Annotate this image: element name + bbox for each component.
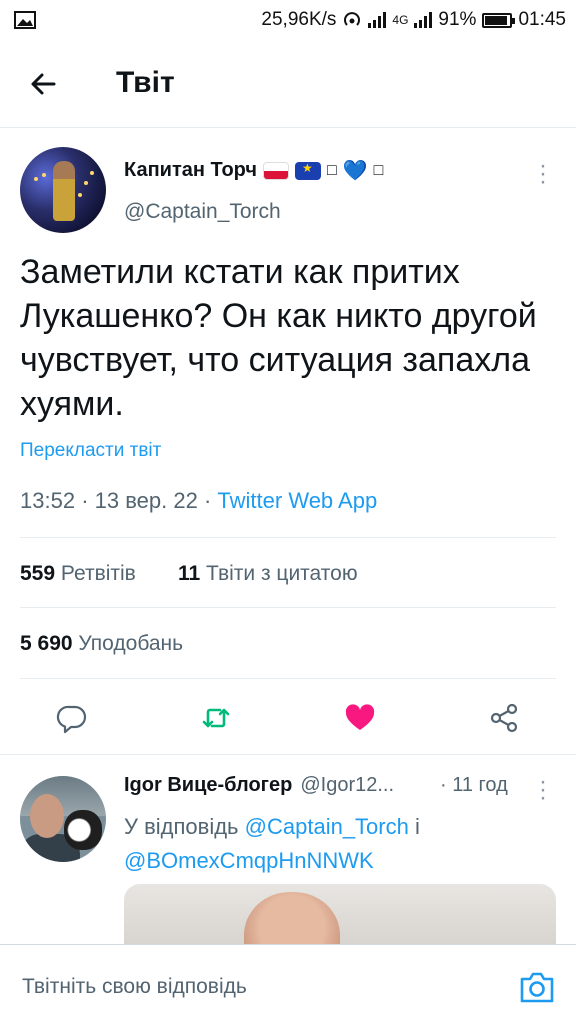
clock: 01:45 <box>518 9 566 30</box>
arrow-left-icon[interactable] <box>24 64 64 104</box>
signal-icon <box>414 12 433 28</box>
reply-input-placeholder[interactable]: Твітніть свою відповідь <box>22 975 247 999</box>
box-glyph-icon: □ <box>327 161 337 179</box>
like-stats[interactable]: 5 690 Уподобань <box>20 632 183 656</box>
status-bar: 25,96K/s 4G 91% 01:45 <box>0 0 576 40</box>
reply-time: · 11 год <box>440 774 508 796</box>
author-name[interactable]: Капитан Торч □ 💙 □ <box>124 158 383 183</box>
reply-icon[interactable] <box>56 702 88 734</box>
tweet-source[interactable]: Twitter Web App <box>217 488 377 513</box>
quotes-count: 11 <box>178 562 201 585</box>
retweet-icon[interactable] <box>200 702 232 734</box>
tweet-time: 13:52 <box>20 488 76 513</box>
battery-percent: 91% <box>438 9 477 30</box>
reply-media-image[interactable] <box>124 884 556 944</box>
network-type: 4G <box>392 13 409 27</box>
hotspot-icon <box>344 12 361 26</box>
divider <box>20 537 556 538</box>
retweets-count: 559 <box>20 562 56 585</box>
likes-count: 5 690 <box>20 632 73 655</box>
tweet-actions <box>0 690 576 746</box>
signal-icon <box>368 12 387 28</box>
like-icon[interactable] <box>344 702 376 734</box>
divider <box>20 607 556 608</box>
tweet-text: Заметили кстати как притих Лукашенко? Он… <box>20 253 537 423</box>
reply-author-avatar[interactable] <box>20 776 106 862</box>
reply-author-handle: @Igor12... <box>300 774 395 796</box>
mention-link[interactable]: @BOmexCmqpHnNNWK <box>124 848 374 873</box>
more-options-icon[interactable]: · · · <box>538 770 548 810</box>
mention-link[interactable]: @Captain_Torch <box>245 814 409 839</box>
divider <box>0 754 576 755</box>
quotes-label: Твіти з цитатою <box>206 562 358 585</box>
translate-link[interactable]: Перекласти твіт <box>20 440 161 462</box>
reply-author[interactable]: Igor Вице-блогер @Igor12... <box>124 774 394 797</box>
app-header: Твіт <box>0 40 576 128</box>
tweet-meta: 13:52 · 13 вер. 22 · Twitter Web App <box>20 488 377 514</box>
likes-label: Уподобань <box>78 632 184 655</box>
reply-composer[interactable]: Твітніть свою відповідь <box>0 944 576 1024</box>
page-title: Твіт <box>116 66 175 99</box>
meta-separator: · <box>81 488 89 513</box>
more-options-icon[interactable]: · · · <box>538 154 548 194</box>
network-speed: 25,96K/s <box>261 9 337 30</box>
quote-stats[interactable]: 11 Твіти з цитатою <box>178 562 358 586</box>
flag-poland-icon <box>263 161 290 180</box>
camera-icon[interactable] <box>518 969 556 1005</box>
blue-heart-icon: 💙 <box>342 160 368 182</box>
reply-joiner: і <box>414 814 420 839</box>
author-handle[interactable]: @Captain_Torch <box>124 200 281 224</box>
tweet-date: 13 вер. 22 <box>94 488 198 513</box>
battery-icon <box>482 12 516 28</box>
flag-eu-icon <box>295 161 322 180</box>
share-icon[interactable] <box>488 702 520 734</box>
reply-author-name: Igor Вице-блогер <box>124 774 293 796</box>
author-name-text: Капитан Торч <box>124 159 258 181</box>
retweets-label: Ретвітів <box>60 562 136 585</box>
reply-context: У відповідь @Captain_Torch і @BOmexCmqpH… <box>124 810 544 878</box>
author-avatar[interactable] <box>20 147 106 233</box>
reply-prefix: У відповідь <box>124 814 239 839</box>
divider <box>20 678 556 679</box>
meta-separator: · <box>203 488 212 513</box>
image-icon <box>14 11 36 29</box>
retweet-stats[interactable]: 559 Ретвітів <box>20 562 136 586</box>
box-glyph-icon: □ <box>373 161 384 179</box>
